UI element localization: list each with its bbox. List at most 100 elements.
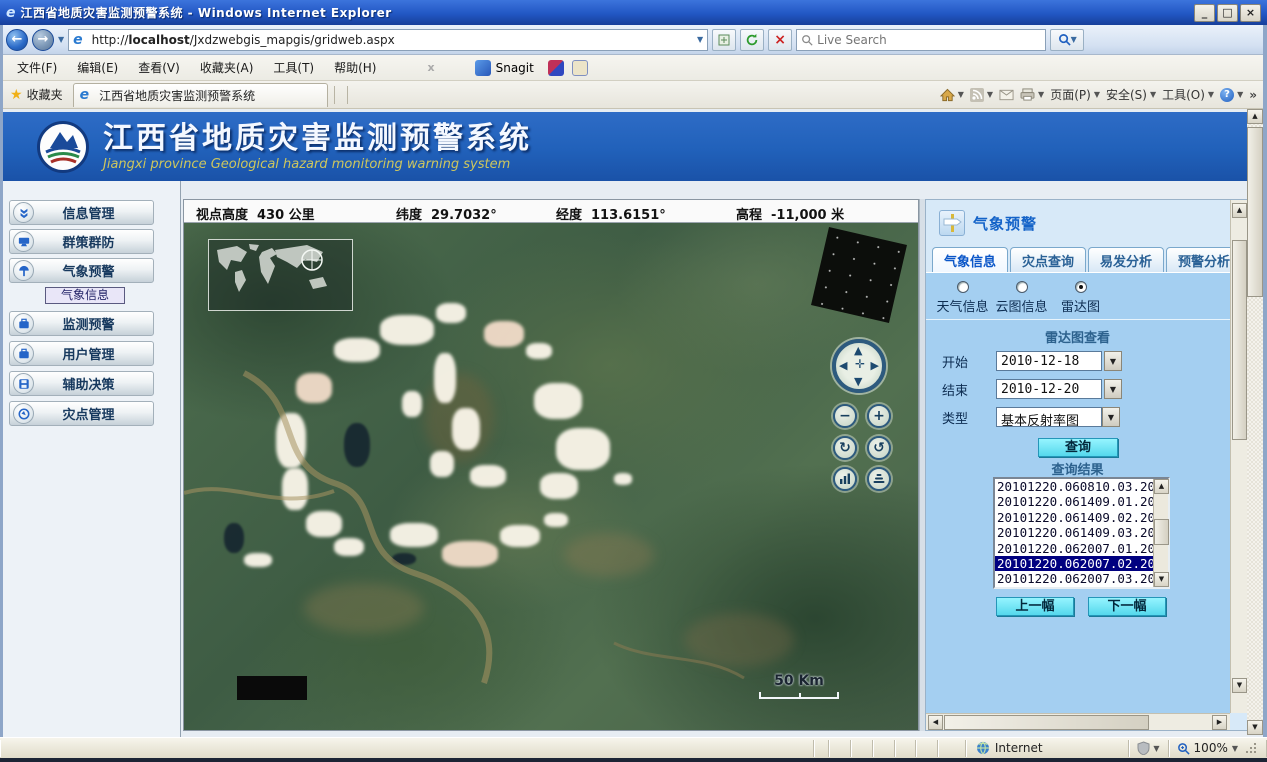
- menu-help[interactable]: 帮助(H): [325, 56, 385, 79]
- sidebar-item-user-mgmt[interactable]: 用户管理: [9, 341, 154, 366]
- panel-vertical-scrollbar[interactable]: ▲ ▼: [1230, 200, 1247, 713]
- panel-scroll-thumb[interactable]: [1232, 240, 1247, 440]
- snagit-label[interactable]: Snagit: [496, 61, 534, 75]
- scroll-up-icon[interactable]: ▲: [1154, 479, 1169, 494]
- pan-right-icon[interactable]: ▶: [871, 360, 879, 371]
- panel-scroll-right-icon[interactable]: ▶: [1212, 715, 1227, 730]
- protected-mode-dropdown-icon[interactable]: ▼: [1153, 744, 1159, 753]
- snagit-capture-icon[interactable]: [548, 60, 564, 76]
- snagit-icon[interactable]: [475, 60, 491, 76]
- result-item[interactable]: 20101220.060810.03.20.: [995, 479, 1153, 494]
- search-go-button[interactable]: ▼: [1050, 29, 1084, 51]
- minimize-button[interactable]: _: [1194, 4, 1215, 22]
- compatibility-view-button[interactable]: [712, 29, 736, 51]
- favorites-star-icon[interactable]: ★: [10, 87, 23, 103]
- panel-scroll-up-icon[interactable]: ▲: [1232, 203, 1247, 218]
- read-mail-button[interactable]: [999, 89, 1014, 101]
- radio-button[interactable]: [957, 281, 969, 293]
- tab-susceptibility-analysis[interactable]: 易发分析: [1088, 247, 1164, 272]
- result-item[interactable]: 20101220.061409.02.20.: [995, 510, 1153, 525]
- search-input[interactable]: [817, 33, 1017, 47]
- sidebar-item-group-prevention[interactable]: 群策群防: [9, 229, 154, 254]
- feeds-button[interactable]: ▼: [970, 88, 993, 102]
- next-image-button[interactable]: 下一幅: [1088, 597, 1166, 616]
- result-item-selected[interactable]: 20101220.062007.02.20.: [995, 556, 1153, 571]
- browser-scroll-thumb[interactable]: [1247, 127, 1263, 297]
- command-overflow-chevron[interactable]: »: [1249, 88, 1257, 102]
- results-listbox[interactable]: 20101220.060810.03.20. 20101220.061409.0…: [993, 477, 1170, 589]
- zoom-dropdown-icon[interactable]: ▼: [1232, 744, 1238, 753]
- stop-button[interactable]: ×: [768, 29, 792, 51]
- snagit-editor-icon[interactable]: [572, 60, 588, 76]
- rotate-ccw-button[interactable]: ↺: [867, 436, 891, 460]
- browser-scroll-up-icon[interactable]: ▲: [1247, 109, 1263, 124]
- panel-scroll-left-icon[interactable]: ◀: [928, 715, 943, 730]
- menu-favorites[interactable]: 收藏夹(A): [191, 56, 263, 79]
- home-button[interactable]: ▼: [940, 88, 964, 102]
- url-dropdown-icon[interactable]: ▼: [697, 35, 703, 44]
- help-button[interactable]: ? ▼: [1220, 88, 1243, 102]
- sidebar-item-hazard-point-mgmt[interactable]: 灾点管理: [9, 401, 154, 426]
- pan-down-icon[interactable]: ▼: [854, 376, 862, 387]
- satellite-map[interactable]: 50 Km ▲ ▼ ◀ ▶ ✛ − + ↻ ↺: [184, 223, 918, 730]
- print-button[interactable]: ▼: [1020, 88, 1044, 101]
- start-date-dropdown-icon[interactable]: ▼: [1104, 351, 1122, 371]
- radio-weather-info[interactable]: 天气信息: [936, 281, 989, 315]
- scroll-thumb[interactable]: [1154, 519, 1169, 545]
- sidebar-submenu-weather-info[interactable]: 气象信息: [45, 287, 125, 304]
- safety-menu-button[interactable]: 安全(S)▼: [1106, 86, 1156, 103]
- tilt-button[interactable]: [833, 467, 857, 491]
- zoom-out-button[interactable]: −: [833, 404, 857, 428]
- tools-menu-button[interactable]: 工具(O)▼: [1162, 86, 1214, 103]
- menu-view[interactable]: 查看(V): [129, 56, 189, 79]
- type-value[interactable]: 基本反射率图: [996, 407, 1102, 427]
- result-item[interactable]: 20101220.062007.01.20.: [995, 541, 1153, 556]
- pan-up-icon[interactable]: ▲: [854, 345, 862, 356]
- pan-center-icon[interactable]: ✛: [855, 359, 865, 370]
- pan-control[interactable]: ▲ ▼ ◀ ▶ ✛: [832, 339, 886, 393]
- browser-vertical-scrollbar[interactable]: ▲ ▼: [1247, 109, 1263, 735]
- listbox-scrollbar[interactable]: ▲ ▼: [1153, 479, 1168, 587]
- sidebar-item-monitor-warning[interactable]: 监测预警: [9, 311, 154, 336]
- maximize-button[interactable]: □: [1217, 4, 1238, 22]
- end-date-value[interactable]: 2010-12-20: [996, 379, 1102, 399]
- url-field[interactable]: e http://localhost/Jxdzwebgis_mapgis/gri…: [68, 29, 708, 51]
- result-item[interactable]: 20101220.061409.01.20.: [995, 494, 1153, 509]
- layers-button[interactable]: [867, 467, 891, 491]
- result-item[interactable]: 20101220.062007.03.20.: [995, 571, 1153, 586]
- radio-cloud-image[interactable]: 云图信息: [995, 281, 1048, 315]
- close-button[interactable]: ×: [1240, 4, 1261, 22]
- forward-button[interactable]: →: [32, 29, 54, 51]
- start-date-combobox[interactable]: 2010-12-18 ▼: [996, 351, 1122, 371]
- resize-grip[interactable]: [1244, 741, 1258, 755]
- history-dropdown-icon[interactable]: ▼: [58, 35, 64, 44]
- search-options-dropdown-icon[interactable]: ▼: [1071, 35, 1077, 44]
- zoom-in-button[interactable]: +: [867, 404, 891, 428]
- radio-button[interactable]: [1016, 281, 1028, 293]
- favorites-button[interactable]: 收藏夹: [27, 86, 63, 103]
- rotate-cw-button[interactable]: ↻: [833, 436, 857, 460]
- menu-edit[interactable]: 编辑(E): [68, 56, 127, 79]
- previous-image-button[interactable]: 上一幅: [996, 597, 1074, 616]
- start-date-value[interactable]: 2010-12-18: [996, 351, 1102, 371]
- search-box[interactable]: [796, 29, 1046, 51]
- tab-hazard-query[interactable]: 灾点查询: [1010, 247, 1086, 272]
- pan-left-icon[interactable]: ◀: [839, 360, 847, 371]
- menu-tools[interactable]: 工具(T): [264, 56, 323, 79]
- tab-weather-info[interactable]: 气象信息: [932, 247, 1008, 272]
- refresh-button[interactable]: [740, 29, 764, 51]
- panel-horizontal-scrollbar[interactable]: ◀ ▶: [926, 713, 1230, 730]
- panel-scroll-down-icon[interactable]: ▼: [1232, 678, 1247, 693]
- page-menu-button[interactable]: 页面(P)▼: [1050, 86, 1100, 103]
- query-button[interactable]: 查询: [1038, 438, 1118, 457]
- radio-button-selected[interactable]: [1075, 281, 1087, 293]
- toolbar-close-x[interactable]: x: [427, 61, 434, 74]
- browser-scroll-down-icon[interactable]: ▼: [1247, 720, 1263, 735]
- end-date-dropdown-icon[interactable]: ▼: [1104, 379, 1122, 399]
- back-button[interactable]: ←: [6, 29, 28, 51]
- menu-file[interactable]: 文件(F): [8, 56, 66, 79]
- protected-mode-cell[interactable]: ▼: [1129, 740, 1168, 757]
- type-dropdown-icon[interactable]: ▼: [1102, 407, 1120, 427]
- end-date-combobox[interactable]: 2010-12-20 ▼: [996, 379, 1122, 399]
- result-item[interactable]: 20101220.061409.03.20.: [995, 525, 1153, 540]
